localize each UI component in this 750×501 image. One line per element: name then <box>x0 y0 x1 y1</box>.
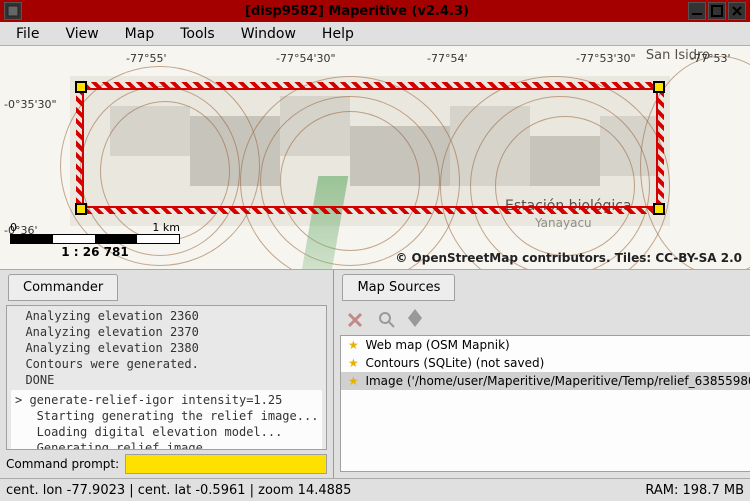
map-sources-list[interactable]: ★ Web map (OSM Mapnik) ★ Contours (SQLit… <box>340 335 750 472</box>
maximize-icon[interactable] <box>708 2 726 20</box>
star-icon: ★ <box>345 338 361 352</box>
source-label: Web map (OSM Mapnik) <box>365 338 509 352</box>
status-ram: RAM: 198.7 MB <box>645 483 744 498</box>
titlebar: [disp9582] Maperitive (v2.4.3) <box>0 0 750 22</box>
search-icon[interactable] <box>376 309 398 331</box>
star-icon: ★ <box>345 356 361 370</box>
commander-console[interactable]: Analyzing elevation 2360 Analyzing eleva… <box>6 305 327 450</box>
scale-ratio: 1 : 26 781 <box>10 245 180 259</box>
console-highlight-block: > generate-relief-igor intensity=1.25 St… <box>11 390 322 450</box>
window-menu-icon[interactable] <box>4 2 22 20</box>
menu-tools[interactable]: Tools <box>168 23 227 45</box>
map-canvas[interactable]: San Isidro Estación biológica Yanayacu -… <box>0 46 750 270</box>
menu-map[interactable]: Map <box>113 23 167 45</box>
source-row-contours[interactable]: ★ Contours (SQLite) (not saved) <box>341 354 750 372</box>
status-coords: cent. lon -77.9023 | cent. lat -0.5961 |… <box>6 483 645 498</box>
command-prompt-row: Command prompt: <box>0 450 333 478</box>
source-label: Image ('/home/user/Maperitive/Maperitive… <box>365 374 750 388</box>
lon-tick: -77°55' <box>126 52 167 65</box>
scale-bar: 01 km 1 : 26 781 <box>10 221 180 259</box>
command-prompt-input[interactable] <box>125 454 327 474</box>
lon-tick: -77°53'30" <box>576 52 636 65</box>
commander-pane: Commander Analyzing elevation 2360 Analy… <box>0 270 334 478</box>
source-label: Contours (SQLite) (not saved) <box>365 356 544 370</box>
menubar: File View Map Tools Window Help <box>0 22 750 46</box>
console-line: > generate-relief-igor intensity=1.25 <box>15 392 318 408</box>
delete-source-icon[interactable] <box>344 309 366 331</box>
lat-tick: -0°35'30" <box>4 98 57 111</box>
move-up-down-icon[interactable] <box>408 309 422 331</box>
minimize-icon[interactable] <box>688 2 706 20</box>
lon-tick: -77°54'30" <box>276 52 336 65</box>
console-line: DONE <box>11 372 322 388</box>
console-line: Generating relief image... <box>15 440 318 450</box>
console-line: Starting generating the relief image... <box>15 408 318 424</box>
menu-window[interactable]: Window <box>229 23 308 45</box>
commander-tab[interactable]: Commander <box>8 274 118 301</box>
map-sources-toolbar <box>334 305 750 335</box>
command-prompt-label: Command prompt: <box>6 457 119 471</box>
close-icon[interactable] <box>728 2 746 20</box>
star-icon: ★ <box>345 374 361 388</box>
menu-file[interactable]: File <box>4 23 51 45</box>
console-line: Analyzing elevation 2360 <box>11 308 322 324</box>
map-label-estacion: Estación biológica <box>505 198 632 214</box>
console-line: Contours were generated. <box>11 356 322 372</box>
source-row-webmap[interactable]: ★ Web map (OSM Mapnik) <box>341 336 750 354</box>
map-sources-tab[interactable]: Map Sources <box>342 274 455 301</box>
source-row-image[interactable]: ★ Image ('/home/user/Maperitive/Maperiti… <box>341 372 750 390</box>
map-attribution: © OpenStreetMap contributors. Tiles: CC-… <box>395 251 742 265</box>
statusbar: cent. lon -77.9023 | cent. lat -0.5961 |… <box>0 478 750 501</box>
lon-tick: -77°53' <box>690 52 731 65</box>
menu-help[interactable]: Help <box>310 23 366 45</box>
map-sources-pane: Map Sources ★ Web map (OSM Mapnik) ★ Con… <box>334 270 750 478</box>
console-line: Analyzing elevation 2370 <box>11 324 322 340</box>
lon-tick: -77°54' <box>427 52 468 65</box>
console-line: Loading digital elevation model... <box>15 424 318 440</box>
window-title: [disp9582] Maperitive (v2.4.3) <box>26 4 688 19</box>
map-label-yanayacu: Yanayacu <box>535 216 592 230</box>
console-line: Analyzing elevation 2380 <box>11 340 322 356</box>
lower-panels: Commander Analyzing elevation 2360 Analy… <box>0 270 750 478</box>
menu-view[interactable]: View <box>53 23 110 45</box>
